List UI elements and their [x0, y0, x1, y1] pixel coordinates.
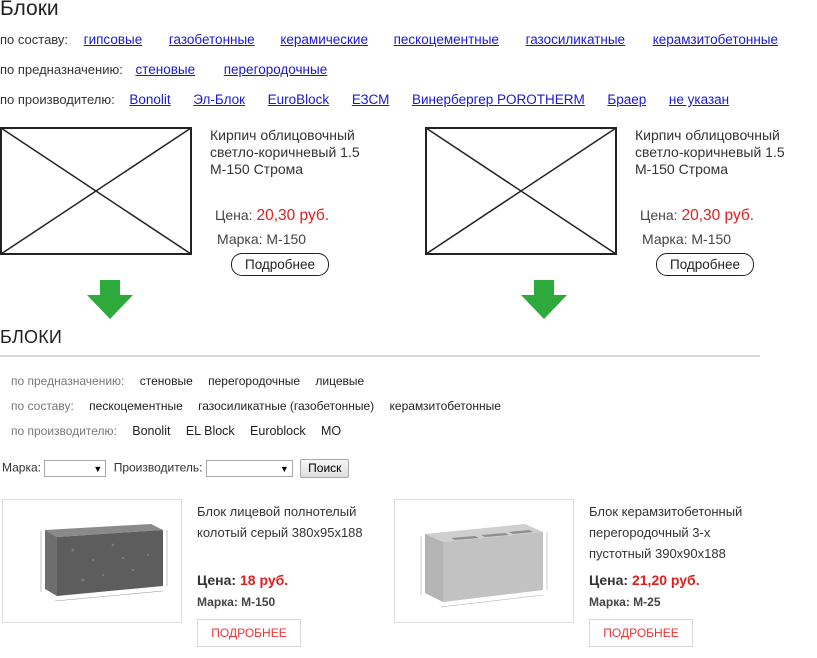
new-link-gas-silicate[interactable]: газосиликатные (газобетонные)	[198, 399, 374, 413]
image-placeholder-icon[interactable]	[425, 127, 617, 255]
price-value: 21,20 руб.	[631, 572, 700, 588]
arrow-down-icon	[521, 280, 567, 319]
new-filter-manufacturer: по производителю: Bonolit EL Block Eurob…	[11, 424, 353, 438]
new-filter-manufacturer-label: по производителю:	[11, 424, 117, 438]
chevron-down-icon: ▼	[279, 464, 289, 474]
search-button[interactable]: Поиск	[300, 459, 350, 478]
brand-select-label: Марка:	[2, 460, 41, 475]
old-link-ceramic[interactable]: керамические	[280, 32, 368, 47]
old-link-wall[interactable]: стеновые	[135, 62, 195, 77]
new-link-sand-cement[interactable]: пескоцементные	[89, 399, 183, 413]
price-label: Цена:	[197, 572, 237, 588]
old-details-button[interactable]: Подробнее	[231, 253, 329, 276]
old-details-button[interactable]: Подробнее	[656, 253, 754, 276]
old-filter-purpose: по предназначению: стеновые перегородочн…	[0, 62, 327, 77]
product-image[interactable]	[2, 499, 182, 623]
new-product-price: Цена: 21,20 руб.	[589, 572, 700, 588]
old-link-gas-silicate[interactable]: газосиликатные	[526, 32, 626, 47]
new-link-bonolit[interactable]: Bonolit	[132, 424, 170, 438]
old-link-expanded-clay[interactable]: керамзитобетонные	[653, 32, 778, 47]
price-value: 20,30 руб.	[256, 207, 330, 224]
arrow-down-icon	[87, 280, 133, 319]
brand-select[interactable]: ▼	[44, 460, 107, 477]
new-product-card: Блок керамзитобетонный перегородочный 3-…	[394, 499, 794, 649]
old-link-aerated-concrete[interactable]: газобетонные	[169, 32, 255, 47]
image-placeholder-icon[interactable]	[0, 127, 192, 255]
old-filter-manufacturer: по производителю: Bonolit Эл-Блок EuroBl…	[0, 92, 729, 107]
old-product-card: Кирпич облицовочный светло-коричневый 1.…	[0, 127, 400, 277]
new-filter-composition: по составу: пескоцементные газосиликатны…	[11, 399, 513, 413]
price-value: 18 руб.	[239, 572, 289, 588]
new-link-facing[interactable]: лицевые	[315, 374, 364, 388]
old-link-el-block[interactable]: Эл-Блок	[193, 92, 245, 107]
price-label: Цена:	[640, 207, 678, 223]
old-filter-composition: по составу: гипсовые газобетонные керами…	[0, 32, 778, 47]
old-link-gypsum[interactable]: гипсовые	[84, 32, 143, 47]
new-link-el-block[interactable]: EL Block	[186, 424, 235, 438]
old-product-brand: Марка: М-150	[642, 231, 732, 247]
search-filter-bar: Марка: ▼ Производитель: ▼ Поиск	[2, 459, 350, 478]
old-product-brand: Марка: М-150	[217, 231, 307, 247]
price-value: 20,30 руб.	[681, 207, 755, 224]
old-link-wienerberger[interactable]: Винербергер POROTHERM	[412, 92, 585, 107]
old-filter-manufacturer-label: по производителю:	[0, 92, 115, 107]
old-link-unspecified[interactable]: не указан	[669, 92, 729, 107]
manufacturer-select[interactable]: ▼	[205, 460, 293, 477]
product-image[interactable]	[394, 499, 574, 623]
new-product-brand: Марка: М-150	[197, 595, 276, 609]
price-label: Цена:	[589, 572, 629, 588]
new-details-button[interactable]: ПОДРОБНЕЕ	[589, 619, 693, 647]
new-link-expanded-clay[interactable]: керамзитобетонные	[390, 399, 501, 413]
old-product-title[interactable]: Кирпич облицовочный светло-коричневый 1.…	[635, 127, 817, 178]
old-product-price: Цена: 20,30 руб.	[640, 207, 754, 225]
new-filter-composition-label: по составу:	[11, 399, 74, 413]
old-page-title: Блоки	[0, 0, 59, 20]
old-product-card: Кирпич облицовочный светло-коричневый 1.…	[425, 127, 817, 277]
new-product-card: Блок лицевой полнотелый колотый серый 38…	[2, 499, 382, 649]
hollow-block-image-icon	[420, 524, 548, 608]
old-link-braer[interactable]: Браер	[607, 92, 646, 107]
old-link-sand-cement[interactable]: пескоцементные	[394, 32, 499, 47]
new-product-brand: Марка: М-25	[589, 595, 661, 609]
title-divider	[0, 355, 760, 357]
new-page-title: БЛОКИ	[0, 327, 63, 347]
old-link-ezsm[interactable]: ЕЗСМ	[352, 92, 390, 107]
new-link-mo[interactable]: МО	[321, 424, 341, 438]
new-product-price: Цена: 18 руб.	[197, 572, 288, 588]
new-filter-purpose: по предназначению: стеновые перегородочн…	[11, 374, 376, 388]
old-product-title[interactable]: Кирпич облицовочный светло-коричневый 1.…	[210, 127, 400, 178]
chevron-down-icon: ▼	[93, 464, 103, 474]
old-product-price: Цена: 20,30 руб.	[215, 207, 329, 225]
new-filter-purpose-label: по предназначению:	[11, 374, 125, 388]
new-product-title[interactable]: Блок лицевой полнотелый колотый серый 38…	[197, 501, 367, 543]
new-link-euroblock[interactable]: Euroblock	[250, 424, 306, 438]
old-filter-composition-label: по составу:	[0, 32, 69, 47]
old-link-euroblock[interactable]: EuroBlock	[268, 92, 330, 107]
price-label: Цена:	[215, 207, 253, 223]
old-link-bonolit[interactable]: Bonolit	[129, 92, 170, 107]
manufacturer-select-label: Производитель:	[113, 460, 203, 475]
concrete-block-image-icon	[40, 524, 168, 602]
new-product-title[interactable]: Блок керамзитобетонный перегородочный 3-…	[589, 501, 759, 564]
old-filter-purpose-label: по предназначению:	[0, 62, 123, 77]
new-link-partition[interactable]: перегородочные	[208, 374, 300, 388]
old-link-partition[interactable]: перегородочные	[224, 62, 327, 77]
new-link-wall[interactable]: стеновые	[140, 374, 193, 388]
new-details-button[interactable]: ПОДРОБНЕЕ	[197, 619, 301, 647]
